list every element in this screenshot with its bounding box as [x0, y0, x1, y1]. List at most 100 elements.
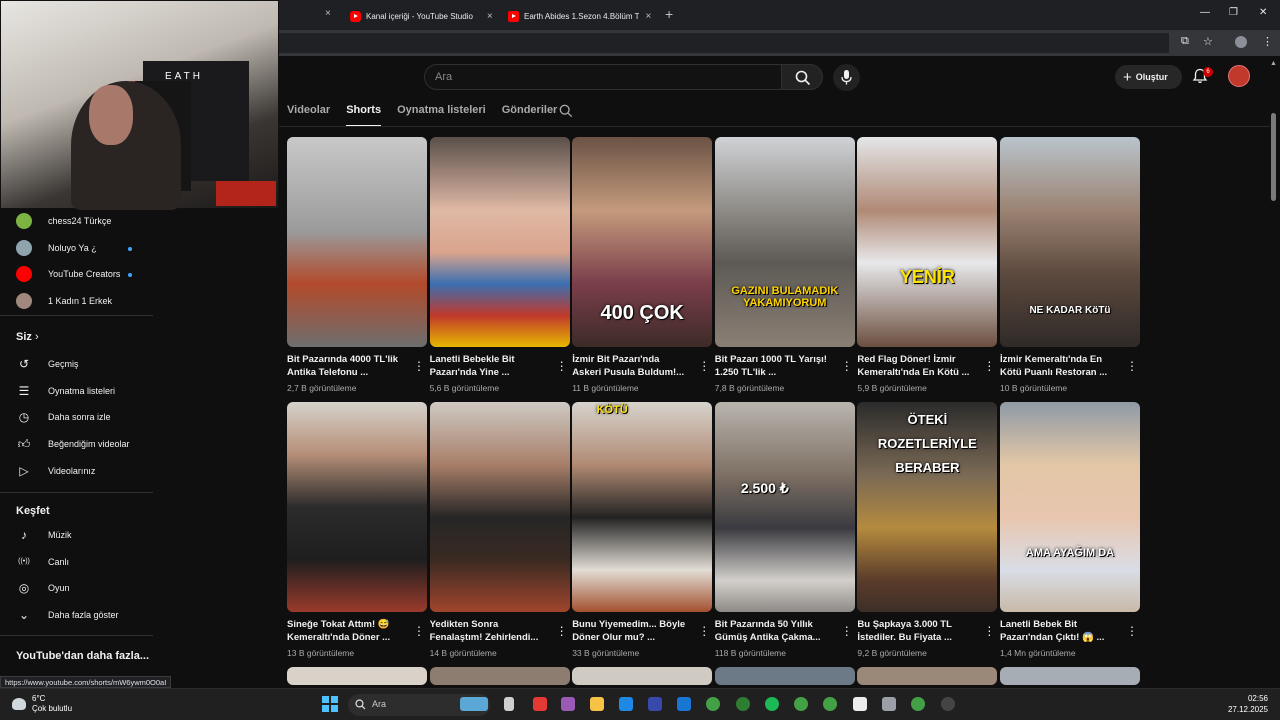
short-thumbnail[interactable]: KÖTÜ — [572, 402, 713, 612]
minimize-button[interactable]: — — [1200, 7, 1210, 18]
you-section-heading[interactable]: Siz › — [16, 331, 39, 343]
tab-posts[interactable]: Gönderiler — [502, 104, 558, 127]
store-icon[interactable] — [648, 697, 662, 711]
settings-icon[interactable] — [882, 697, 896, 711]
sidebar-item[interactable]: 👍︎ Beğendiğim videolar — [16, 436, 130, 452]
edge-icon[interactable] — [619, 697, 633, 711]
subscription-item[interactable]: 1 Kadın 1 Erkek — [16, 292, 112, 309]
short-thumbnail[interactable] — [287, 402, 427, 612]
short-thumbnail[interactable]: YENİR — [857, 137, 998, 347]
scroll-up-arrow-icon[interactable]: ▲ — [1270, 60, 1277, 67]
voice-search-button[interactable] — [833, 64, 860, 91]
search-highlight-icon[interactable] — [460, 697, 488, 711]
subscription-item[interactable]: YouTube Creators — [16, 266, 120, 282]
obs-icon[interactable] — [941, 697, 955, 711]
short-title[interactable]: Lanetli Bebekle Bit Pazarı'nda Yine ... — [430, 353, 548, 379]
chrome-icon[interactable] — [794, 697, 808, 711]
short-thumbnail[interactable] — [287, 137, 427, 347]
short-thumbnail[interactable]: AMA AYAĞIM DA — [1000, 402, 1140, 612]
short-card[interactable]: Lanetli Bebekle Bit Pazarı'nda Yine ... 5… — [429, 137, 570, 393]
mail-icon[interactable] — [677, 697, 691, 711]
tab-close-icon[interactable]: × — [487, 11, 493, 22]
short-title[interactable]: Red Flag Döner! İzmir Kemeraltı'nda En K… — [857, 353, 975, 379]
create-button[interactable]: + Oluştur — [1115, 65, 1182, 89]
sidebar-item[interactable]: ◎ Oyun — [16, 580, 70, 596]
more-options-icon[interactable]: ⋮ — [698, 624, 710, 638]
search-input[interactable]: Ara — [424, 64, 782, 90]
short-title[interactable]: Bit Pazarı 1000 TL Yarışı! 1.250 TL'lik … — [715, 353, 833, 379]
more-options-icon[interactable]: ⋮ — [556, 359, 568, 373]
tab-close-icon[interactable]: × — [325, 8, 331, 19]
more-options-icon[interactable]: ⋮ — [1126, 359, 1138, 373]
short-title[interactable]: Lanetli Bebek Bit Pazarı'ndan Çıktı! 😱 .… — [1000, 618, 1118, 644]
new-tab-button[interactable]: + — [665, 6, 673, 22]
tab-earth-abides[interactable]: Earth Abides 1.Sezon 4.Bölüm T × — [508, 4, 651, 28]
folder-icon[interactable] — [590, 697, 604, 711]
account-avatar[interactable] — [1228, 65, 1250, 87]
more-options-icon[interactable]: ⋮ — [841, 624, 853, 638]
short-card[interactable]: GAZINI BULAMADIK YAKAMIYORUM Bit Pazarı 1… — [714, 137, 855, 393]
scrollbar-thumb[interactable] — [1271, 113, 1276, 201]
short-thumbnail[interactable]: 2.500 ₺ — [714, 402, 855, 612]
short-card[interactable]: YENİR Red Flag Döner! İzmir Kemeraltı'nda… — [857, 137, 998, 393]
short-thumbnail[interactable]: GAZINI BULAMADIK YAKAMIYORUM — [714, 137, 855, 347]
short-card[interactable]: Sineğe Tokat Attım! 😅 Kemeraltı'nda Döne… — [287, 402, 427, 658]
capcut-icon[interactable] — [853, 697, 867, 711]
tab-playlists[interactable]: Oynatma listeleri — [397, 104, 486, 127]
short-thumbnail[interactable] — [572, 667, 713, 685]
tab-videos[interactable]: Videolar — [287, 104, 330, 127]
more-options-icon[interactable]: ⋮ — [413, 624, 425, 638]
short-title[interactable]: Yedikten Sonra Fenalaştım! Zehirlendi... — [430, 618, 548, 644]
short-title[interactable]: Bit Pazarında 50 Yıllık Gümüş Antika Çak… — [715, 618, 833, 644]
restore-button[interactable]: ❐ — [1229, 7, 1238, 18]
weather-widget[interactable]: 6°C Çok bulutlu — [12, 694, 72, 714]
subscription-item[interactable]: chess24 Türkçe — [16, 213, 111, 229]
short-title[interactable]: Sineğe Tokat Attım! 😅 Kemeraltı'nda Döne… — [287, 618, 405, 644]
short-card[interactable]: 2.500 ₺ Bit Pazarında 50 Yıllık Gümüş Ant… — [714, 402, 855, 658]
search-button[interactable] — [781, 64, 823, 90]
short-card[interactable]: Bit Pazarında 4000 TL'lik Antika Telefon… — [287, 137, 427, 393]
sidebar-item[interactable]: ((•)) Canlı — [16, 554, 69, 570]
short-title[interactable]: Bu Şapkaya 3.000 TL İstediler. Bu Fiyata… — [857, 618, 975, 644]
browser-profile-avatar[interactable] — [1235, 36, 1247, 48]
short-thumbnail[interactable]: ÖTEKİ ROZETLERİYLE BERABER — [857, 402, 998, 612]
more-options-icon[interactable]: ⋮ — [983, 624, 995, 638]
browser-menu-icon[interactable]: ⋮ — [1262, 35, 1273, 48]
tab-shorts[interactable]: Shorts — [346, 104, 382, 127]
game-app-icon[interactable] — [533, 697, 547, 711]
sidebar-item[interactable]: ☰ Oynatma listeleri — [16, 383, 115, 399]
xbox-icon[interactable] — [736, 697, 750, 711]
install-app-icon[interactable]: ⧉ — [1181, 35, 1189, 48]
sidebar-item[interactable]: ▷ Videolarınız — [16, 463, 95, 479]
copilot-icon[interactable] — [561, 697, 575, 711]
short-thumbnail[interactable]: NE KADAR KöTü — [1000, 137, 1140, 347]
channel-search-icon[interactable] — [559, 104, 573, 118]
short-thumbnail[interactable]: 400 ÇOK — [572, 137, 713, 347]
more-options-icon[interactable]: ⋮ — [556, 624, 568, 638]
chrome-icon[interactable] — [911, 697, 925, 711]
short-thumbnail[interactable] — [1000, 667, 1140, 685]
more-options-icon[interactable]: ⋮ — [983, 359, 995, 373]
more-options-icon[interactable]: ⋮ — [1126, 624, 1138, 638]
short-card[interactable]: 400 ÇOK İzmir Bit Pazarı'nda Askeri Pusul… — [572, 137, 713, 393]
short-thumbnail[interactable] — [429, 667, 570, 685]
short-card[interactable]: AMA AYAĞIM DA Lanetli Bebek Bit Pazarı'nd… — [1000, 402, 1140, 658]
chrome-icon[interactable] — [823, 697, 837, 711]
tab-close-icon[interactable]: × — [645, 11, 651, 22]
chrome-icon[interactable] — [706, 697, 720, 711]
tab-youtube-studio[interactable]: Kanal içeriği - YouTube Studio × — [350, 4, 493, 28]
short-thumbnail[interactable] — [287, 667, 427, 685]
url-field[interactable] — [279, 33, 1169, 53]
short-card[interactable]: ÖTEKİ ROZETLERİYLE BERABER Bu Şapkaya 3.0… — [857, 402, 998, 658]
short-card[interactable]: KÖTÜ Bunu Yiyemedim... Böyle Döner Olur m… — [572, 402, 713, 658]
subscription-item[interactable]: Noluyo Ya ¿ — [16, 239, 97, 256]
short-title[interactable]: İzmir Kemeraltı'nda En Kötü Puanlı Resto… — [1000, 353, 1118, 379]
short-thumbnail[interactable] — [857, 667, 998, 685]
short-card[interactable]: Yedikten Sonra Fenalaştım! Zehirlendi...… — [429, 402, 570, 658]
short-title[interactable]: Bunu Yiyemedim... Böyle Döner Olur mu? .… — [572, 618, 690, 644]
short-title[interactable]: Bit Pazarında 4000 TL'lik Antika Telefon… — [287, 353, 405, 379]
windows-start-icon[interactable] — [322, 696, 338, 712]
short-thumbnail[interactable] — [429, 402, 570, 612]
short-title[interactable]: İzmir Bit Pazarı'nda Askeri Pusula Buldu… — [572, 353, 690, 379]
close-window-button[interactable]: ✕ — [1259, 7, 1267, 18]
